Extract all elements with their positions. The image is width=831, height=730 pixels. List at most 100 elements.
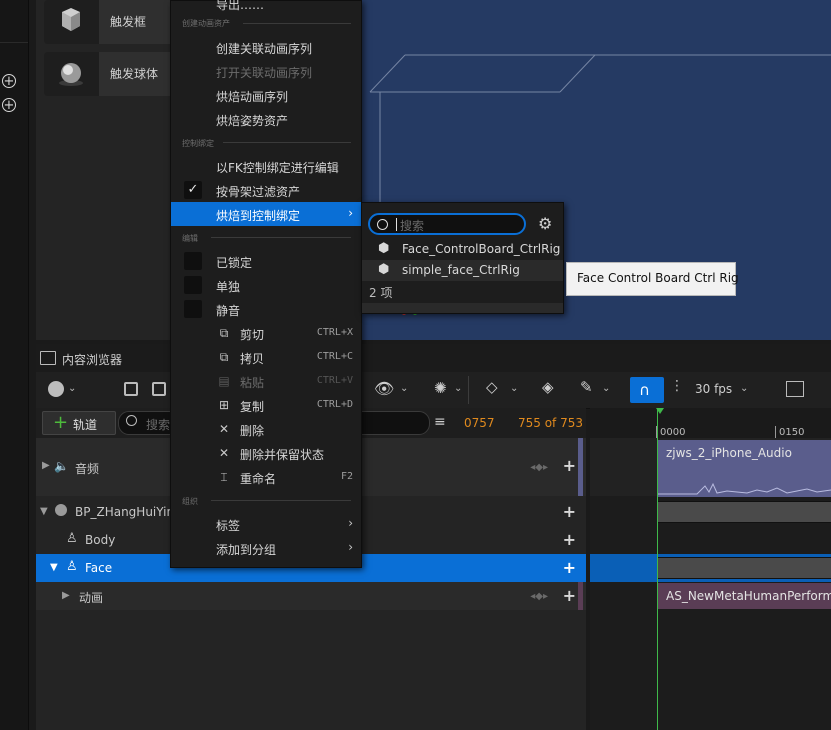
menu-item-duplicate[interactable]: ⊞ 复制 CTRL+D — [171, 393, 361, 417]
add-plus-icon[interactable]: + — [563, 588, 576, 604]
track-color-bar — [578, 438, 583, 496]
menu-item-label-cut-off[interactable]: 导出…… — [216, 0, 264, 13]
add-track-label: 轨道 — [73, 418, 98, 432]
save-icon[interactable] — [124, 382, 138, 396]
actor-icon — [55, 504, 67, 516]
fps-selector[interactable]: 30 fps — [695, 382, 732, 396]
ruler-label: 0150 — [779, 427, 805, 438]
place-item-trigger-sphere[interactable]: 触发球体 — [44, 52, 174, 96]
add-circle-icon[interactable]: + — [2, 74, 16, 89]
toolbar-divider — [468, 376, 469, 404]
left-toolbar-strip: + + — [0, 0, 29, 730]
menu-item-bake-pose-asset[interactable]: 烘焙姿势资产 — [171, 107, 361, 131]
menu-item-locked[interactable]: 已锁定 — [171, 249, 361, 273]
snap-toggle-button[interactable]: ∩ — [630, 377, 664, 403]
key-nav-icon[interactable]: ◂◆▸ — [530, 462, 548, 473]
add-plus-icon[interactable]: + — [563, 504, 576, 520]
magnet-icon: ∩ — [639, 381, 650, 399]
duplicate-icon: ⊞ — [218, 398, 230, 412]
menu-item-cut[interactable]: ⧉ 剪切 CTRL+X — [171, 321, 361, 345]
pencil-icon[interactable]: ✎ — [580, 378, 593, 396]
menu-item-copy[interactable]: ⧉ 拷贝 CTRL+C — [171, 345, 361, 369]
animation-clip[interactable]: AS_NewMetaHumanPerform — [657, 583, 831, 609]
chevron-down-icon[interactable]: ⌄ — [602, 383, 610, 394]
menu-item-edit-with-fk[interactable]: 以FK控制绑定进行编辑 — [171, 154, 361, 178]
speaker-icon: 🔈 — [54, 459, 69, 473]
find-icon[interactable] — [152, 382, 166, 396]
face-section-bar[interactable] — [657, 557, 831, 579]
menu-item-mute[interactable]: 静音 — [171, 297, 361, 321]
gear-icon[interactable]: ⚙ — [538, 214, 552, 233]
menu-section-header: 组织 — [182, 497, 198, 506]
control-rig-item[interactable]: ⬢ simple_face_CtrlRig — [362, 260, 563, 281]
checkbox-checked-icon[interactable]: ✓ — [184, 181, 202, 199]
control-rig-item[interactable]: ⬢ Face_ControlBoard_CtrlRig — [362, 239, 563, 260]
auto-key-icon[interactable]: ◈ — [542, 378, 554, 396]
search-placeholder: 搜索 — [146, 418, 171, 432]
key-nav-icon[interactable]: ◂◆▸ — [530, 591, 548, 602]
menu-item-create-linked-seq[interactable]: 创建关联动画序列 — [171, 35, 361, 59]
expand-arrow-icon[interactable]: ▶ — [42, 460, 50, 471]
actor-section-bar[interactable] — [657, 501, 831, 523]
add-circle-icon[interactable]: + — [2, 98, 16, 113]
tooltip: Face Control Board Ctrl Rig — [566, 262, 739, 296]
chevron-down-icon[interactable]: ⌄ — [510, 383, 518, 394]
sequencer-timeline[interactable]: 0000 0150 zjws_2_iPhone_Audio AS_NewMeta… — [590, 408, 831, 730]
collapse-arrow-icon[interactable]: ▼ — [50, 562, 58, 573]
checkbox-unchecked-icon[interactable] — [184, 300, 202, 318]
menu-item-delete-keep-state[interactable]: ✕ 删除并保留状态 — [171, 441, 361, 465]
place-item-trigger-box[interactable]: 触发框 — [44, 0, 174, 44]
menu-item-solo[interactable]: 单独 — [171, 273, 361, 297]
eye-icon[interactable]: 👁 — [374, 379, 394, 398]
track-label: 动画 — [79, 591, 104, 605]
text-cursor — [396, 218, 397, 231]
menu-item-tags[interactable]: 标签 › — [171, 512, 361, 536]
control-rig-item-label: Face_ControlBoard_CtrlRig — [402, 242, 561, 256]
chevron-down-icon[interactable]: ⌄ — [454, 383, 462, 394]
submenu-footer — [362, 303, 563, 313]
skeletal-mesh-icon: ♙ — [66, 531, 78, 546]
play-options-icon[interactable]: ✺ — [434, 379, 447, 397]
menu-item-rename[interactable]: ⌶ 重命名 F2 — [171, 465, 361, 489]
key-icon[interactable]: ◇ — [486, 378, 498, 396]
playhead-marker[interactable] — [656, 408, 664, 414]
menu-item-open-linked-seq[interactable]: 打开关联动画序列 — [171, 59, 361, 83]
copy-icon: ⧉ — [219, 350, 229, 364]
place-item-label: 触发球体 — [110, 67, 159, 81]
audio-clip[interactable]: zjws_2_iPhone_Audio — [657, 440, 831, 497]
chevron-down-icon[interactable]: ⌄ — [400, 383, 408, 394]
add-plus-icon[interactable]: + — [563, 560, 576, 576]
track-row-animation[interactable]: ▶ 动画 ◂◆▸ + — [36, 582, 586, 610]
curve-editor-icon[interactable] — [786, 381, 804, 397]
tooltip-text: Face Control Board Ctrl Rig — [577, 271, 739, 285]
menu-item-delete[interactable]: ✕ 删除 — [171, 417, 361, 441]
menu-item-paste[interactable]: ▤ 粘贴 CTRL+V — [171, 369, 361, 393]
audio-clip-label: zjws_2_iPhone_Audio — [666, 446, 792, 460]
add-plus-icon[interactable]: + — [563, 458, 576, 474]
add-track-button[interactable]: + 轨道 — [42, 411, 116, 435]
ruler-tick — [775, 426, 776, 438]
more-options-icon[interactable]: ⋮ — [670, 378, 684, 394]
checkbox-unchecked-icon[interactable] — [184, 252, 202, 270]
time-ruler[interactable]: 0000 0150 — [590, 408, 831, 439]
chevron-down-icon[interactable]: ⌄ — [740, 383, 748, 394]
control-rig-search-input[interactable]: 搜索 — [368, 213, 526, 235]
world-icon[interactable] — [48, 381, 64, 397]
track-context-menu: 导出…… 创建动画资产 创建关联动画序列 打开关联动画序列 烘焙动画序列 烘焙姿… — [170, 0, 362, 568]
chevron-down-icon[interactable]: ⌄ — [68, 383, 76, 394]
playhead-line[interactable] — [657, 408, 658, 730]
menu-item-bake-to-control-rig[interactable]: 烘焙到控制绑定 › — [171, 202, 361, 226]
menu-item-filter-by-skeleton[interactable]: ✓ 按骨架过滤资产 — [171, 178, 361, 202]
filter-icon[interactable]: ≡ — [434, 414, 446, 430]
current-frame[interactable]: 0757 — [464, 416, 495, 430]
track-label: Body — [85, 533, 116, 547]
menu-section-header: 创建动画资产 — [182, 19, 230, 28]
menu-item-bake-anim-seq[interactable]: 烘焙动画序列 — [171, 83, 361, 107]
frame-range: 755 of 753 — [518, 416, 584, 430]
checkbox-unchecked-icon[interactable] — [184, 276, 202, 294]
menu-item-add-to-group[interactable]: 添加到分组 › — [171, 536, 361, 560]
collapse-arrow-icon[interactable]: ▼ — [40, 506, 48, 517]
expand-arrow-icon[interactable]: ▶ — [62, 590, 70, 601]
add-plus-icon[interactable]: + — [563, 532, 576, 548]
content-browser-tab[interactable]: 内容浏览器 — [36, 344, 831, 372]
